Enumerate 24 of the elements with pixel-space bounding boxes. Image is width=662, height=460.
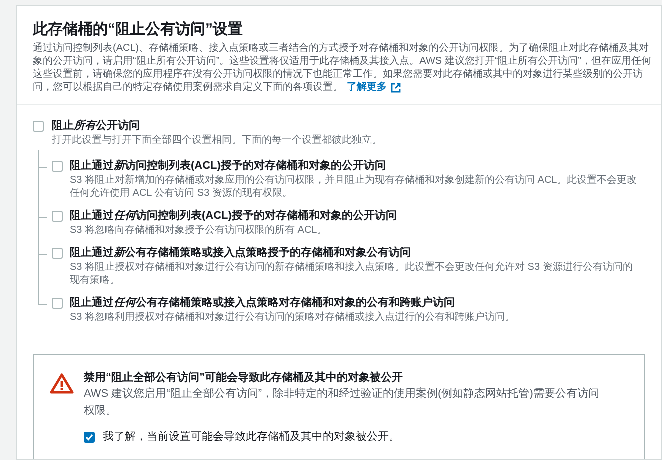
checkbox[interactable] <box>52 211 63 222</box>
checkbox[interactable] <box>52 298 63 309</box>
checkbox[interactable] <box>52 161 63 172</box>
option-description: S3 将忽略向存储桶和对象授予公有访问权限的所有 ACL。 <box>70 224 328 237</box>
option-title: 阻止通过任何访问控制列表(ACL)授予的对存储桶和对象的公开访问 <box>70 209 397 224</box>
option-description: S3 将阻止授权对存储桶和对象进行公有访问的新存储桶策略和接入点策略。此设置不会更改任何允许对 S3 资源进行公有访问的现有策略。 <box>70 261 634 287</box>
warning-icon <box>50 373 74 394</box>
warning-title: 禁用“阻止全部公有访问”可能会导致此存储桶及其中的对象被公开 <box>84 371 404 386</box>
learn-more-link[interactable]: 了解更多 <box>347 81 401 94</box>
option-description: S3 将忽略利用授权对存储桶和对象进行公有访问的策略对存储桶或接入点进行的公有和跨账户访问。 <box>70 311 516 324</box>
option-title: 阻止通过新公有存储桶策略或接入点策略授予的存储桶和对象公有访问 <box>70 246 412 261</box>
option-description: 打开此设置与打开下面全部四个设置相同。下面的每一个设置都彼此独立。 <box>52 134 382 147</box>
option-title: 阻止通过新访问控制列表(ACL)授予的对存储桶和对象的公开访问 <box>70 159 387 174</box>
option-title: 阻止通过任何公有存储桶策略或接入点策略对存储桶和对象的公有和跨账户访问 <box>70 296 456 311</box>
checkbox[interactable] <box>84 432 95 443</box>
option-title: 阻止所有公开访问 <box>52 119 141 134</box>
external-link-icon <box>391 82 401 92</box>
checkbox[interactable] <box>33 121 44 132</box>
description: 通过访问控制列表(ACL)、存储桶策略、接入点策略或三者结合的方式授予对存储桶和对象的公开访问权限。为了确保阻止对此存储桶及其对象的公开访问，请启用“阻止所有公开访问”。这些设置将仅适用于此存储桶及其接入点。AWS 建议您打开“阻止所有公开访问”，但在应用任何这些设置前，请确保您的应用程序在没有公开访问权限的情况下也能正常工作。如果您需要对此存储桶或其中的对象进行某些级别的公开访问，您可以根据自己的特定存储使用案例需求自定义下面的各项设置。 了解更多 <box>33 42 653 94</box>
option-description: S3 将阻止对新增加的存储桶或对象应用的公有访问权限，并且阻止为现有存储桶和对象创建新的公有访问 ACL。此设置不会更改任何允许使用 ACL 公有访问 S3 资源的现有权限。 <box>70 174 638 200</box>
checkbox-label: 我了解，当前设置可能会导致此存储桶及其中的对象被公开。 <box>103 430 400 445</box>
checkbox[interactable] <box>52 248 63 259</box>
section-title: 此存储桶的“阻止公有访问”设置 <box>33 20 244 40</box>
warning-description: AWS 建议您启用“阻止全部公有访问”，除非特定的和经过验证的使用案例(例如静态网站托管)需要公有访问权限。 <box>84 386 600 419</box>
